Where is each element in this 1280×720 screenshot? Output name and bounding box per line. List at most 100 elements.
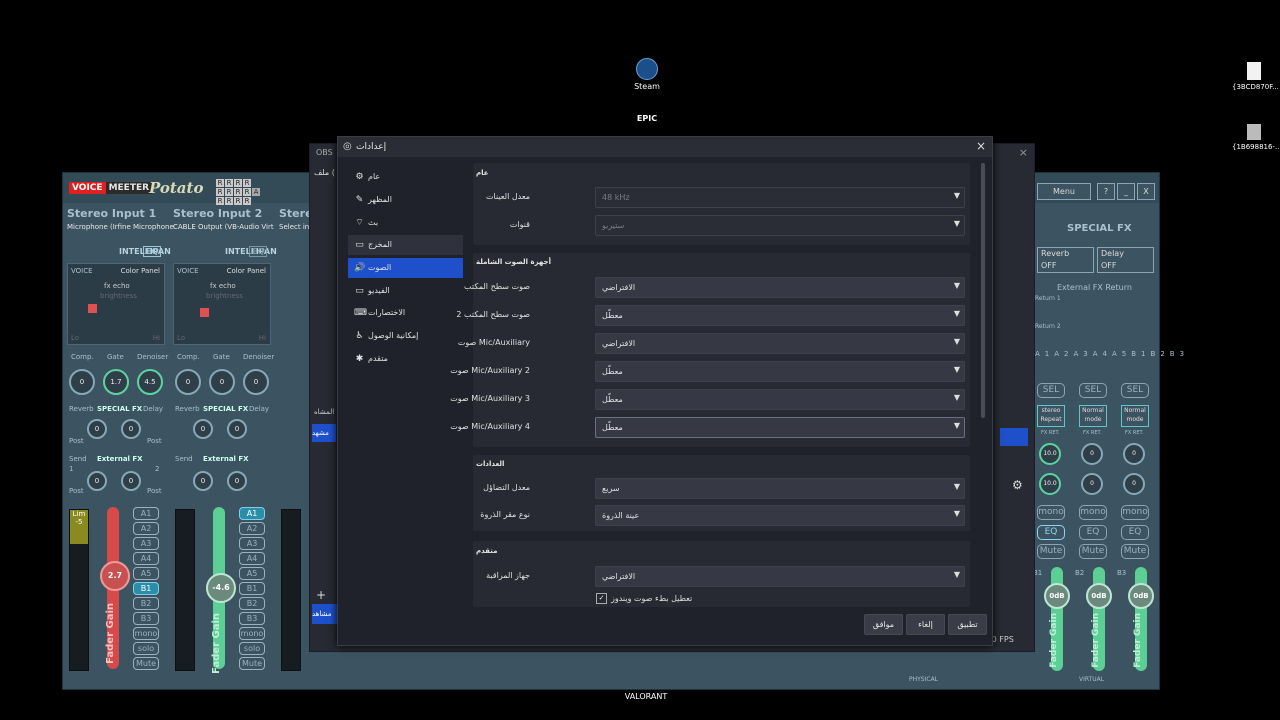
bus-b3-button[interactable]: B3 bbox=[239, 612, 265, 625]
nav-item-accessibility[interactable]: ♿ إمكانية الوصول bbox=[348, 326, 463, 346]
denoiser-knob[interactable]: 4.5 bbox=[137, 369, 163, 395]
ok-button[interactable]: موافق bbox=[864, 614, 903, 635]
fader-knob[interactable]: -4.6 bbox=[206, 573, 236, 603]
bus-a1-button[interactable]: A1 bbox=[239, 507, 265, 520]
output-knob-2[interactable]: 0 bbox=[1081, 473, 1103, 495]
output-knob-1[interactable]: 0 bbox=[1081, 443, 1103, 465]
output-knob-2[interactable]: 10.0 bbox=[1039, 473, 1061, 495]
comp-knob[interactable]: 0 bbox=[69, 369, 95, 395]
monitor-device-select[interactable]: الافتراضي ▼ bbox=[595, 566, 965, 587]
reverb-toggle[interactable]: Reverb OFF bbox=[1037, 247, 1094, 273]
bus-b2-button[interactable]: B2 bbox=[133, 597, 159, 610]
strip-title[interactable]: Stereo Input 1 bbox=[67, 207, 156, 220]
nav-item-output[interactable]: ▭ المخرج bbox=[348, 235, 463, 255]
mode-button[interactable]: Normal mode bbox=[1079, 405, 1107, 427]
nav-item-stream[interactable]: ⌔ بث bbox=[348, 213, 463, 233]
steam-desktop-icon[interactable]: Steam bbox=[627, 58, 667, 91]
send1-knob[interactable]: 0 bbox=[87, 471, 107, 491]
mute-button[interactable]: Mute bbox=[239, 657, 265, 670]
output-fader-knob[interactable]: 0dB bbox=[1128, 583, 1154, 609]
mute-button[interactable]: Mute bbox=[133, 657, 159, 670]
mono-button[interactable]: mono bbox=[133, 627, 159, 640]
comp-knob[interactable]: 0 bbox=[175, 369, 201, 395]
minimize-button[interactable]: _ bbox=[1117, 183, 1135, 200]
strip-device[interactable]: Microphone (Irfine Microphone bbox=[67, 223, 174, 231]
bus-a3-button[interactable]: A3 bbox=[239, 537, 265, 550]
nav-item-audio[interactable]: 🔊 الصوت bbox=[348, 258, 463, 278]
send2-knob[interactable]: 0 bbox=[121, 471, 141, 491]
output-knob-1[interactable]: 10.0 bbox=[1039, 443, 1061, 465]
reverb-knob[interactable]: 0 bbox=[193, 419, 213, 439]
mic-aux-select[interactable]: الافتراضي ▼ bbox=[595, 333, 965, 354]
bus-b3-button[interactable]: B3 bbox=[133, 612, 159, 625]
delay-knob[interactable]: 0 bbox=[121, 419, 141, 439]
sample-rate-select[interactable]: 48 kHz ▼ bbox=[595, 187, 965, 208]
bus-a3-button[interactable]: A3 bbox=[133, 537, 159, 550]
channels-select[interactable]: ستيريو ▼ bbox=[595, 215, 965, 236]
file-menu[interactable]: ملف ( bbox=[314, 168, 335, 177]
mute-button[interactable]: Mute bbox=[1121, 544, 1149, 559]
post-label[interactable]: Post bbox=[69, 437, 84, 445]
output-knob-1[interactable]: 0 bbox=[1123, 443, 1145, 465]
r-button[interactable]: R bbox=[225, 188, 233, 196]
post-label[interactable]: Post bbox=[147, 437, 162, 445]
r-button[interactable]: R bbox=[225, 179, 233, 187]
help-button[interactable]: ? bbox=[1097, 183, 1115, 200]
desktop-audio-2-select[interactable]: معطّل ▼ bbox=[595, 305, 965, 326]
menu-button[interactable]: Menu bbox=[1037, 183, 1091, 200]
eq-button[interactable]: EQ bbox=[143, 246, 162, 257]
bus-b2-button[interactable]: B2 bbox=[239, 597, 265, 610]
output-knob-2[interactable]: 0 bbox=[1123, 473, 1145, 495]
mode-button[interactable]: Normal mode bbox=[1121, 405, 1149, 427]
bus-a5-button[interactable]: A5 bbox=[133, 567, 159, 580]
solo-button[interactable]: solo bbox=[239, 642, 265, 655]
add-scene-icon[interactable]: + bbox=[316, 588, 326, 602]
desktop-audio-select[interactable]: الافتراضي ▼ bbox=[595, 277, 965, 298]
sel-button[interactable]: SEL bbox=[1121, 383, 1149, 398]
intellipan-panel[interactable]: VOICE Color Panel fx echo brightness Lo … bbox=[173, 263, 271, 345]
strip-device[interactable]: Select in bbox=[279, 223, 309, 231]
strip-title[interactable]: Stereo Input 2 bbox=[173, 207, 262, 220]
mono-button[interactable]: mono bbox=[1079, 505, 1107, 520]
delay-knob[interactable]: 0 bbox=[227, 419, 247, 439]
obs-close-icon[interactable]: × bbox=[1019, 146, 1028, 159]
output-fader-knob[interactable]: 0dB bbox=[1044, 583, 1070, 609]
sel-button[interactable]: SEL bbox=[1079, 383, 1107, 398]
pan-cursor[interactable] bbox=[88, 304, 97, 313]
solo-button[interactable]: solo bbox=[133, 642, 159, 655]
peak-meter-select[interactable]: عينة الذروة ▼ bbox=[595, 505, 965, 526]
send2-knob[interactable]: 0 bbox=[227, 471, 247, 491]
r-button[interactable]: R bbox=[216, 179, 224, 187]
bus-a4-button[interactable]: A4 bbox=[239, 552, 265, 565]
post-label[interactable]: Post bbox=[69, 487, 84, 495]
cancel-button[interactable]: إلغاء bbox=[906, 614, 945, 635]
eq-button[interactable]: EQ bbox=[249, 246, 268, 257]
scene-item[interactable]: مشهد bbox=[312, 424, 336, 442]
send1-knob[interactable]: 0 bbox=[193, 471, 213, 491]
mono-button[interactable]: mono bbox=[239, 627, 265, 640]
lim-box[interactable]: Lim -5 bbox=[70, 510, 88, 544]
bus-a1-button[interactable]: A1 bbox=[133, 507, 159, 520]
nav-item-advanced[interactable]: ✱ متقدم bbox=[348, 349, 463, 369]
decay-rate-select[interactable]: سريع ▼ bbox=[595, 478, 965, 499]
studio-mode-button[interactable]: مشاهد bbox=[312, 604, 338, 624]
mic-aux-4-select[interactable]: معطّل ▼ bbox=[595, 417, 965, 438]
pan-cursor[interactable] bbox=[200, 308, 209, 317]
bus-b1-button[interactable]: B1 bbox=[239, 582, 265, 595]
bus-a5-button[interactable]: A5 bbox=[239, 567, 265, 580]
strip-device[interactable]: CABLE Output (VB-Audio Virt bbox=[173, 223, 274, 231]
eq-button[interactable]: EQ bbox=[1121, 525, 1149, 540]
r-button[interactable]: R bbox=[243, 188, 251, 196]
denoiser-knob[interactable]: 0 bbox=[243, 369, 269, 395]
nav-item-video[interactable]: ▭ الفيديو bbox=[348, 281, 463, 301]
eq-button[interactable]: EQ bbox=[1037, 525, 1065, 540]
file-desktop-icon-1[interactable]: {3BCD870F... bbox=[1232, 62, 1279, 91]
r-button[interactable]: R bbox=[216, 188, 224, 196]
close-icon[interactable]: × bbox=[976, 139, 986, 153]
active-control-button[interactable] bbox=[1000, 428, 1028, 446]
r-button[interactable]: R bbox=[243, 179, 251, 187]
mute-button[interactable]: Mute bbox=[1037, 544, 1065, 559]
file-desktop-icon-2[interactable]: {1B698816-... bbox=[1232, 124, 1280, 151]
mic-aux-2-select[interactable]: معطّل ▼ bbox=[595, 361, 965, 382]
apply-button[interactable]: تطبيق bbox=[948, 614, 987, 635]
